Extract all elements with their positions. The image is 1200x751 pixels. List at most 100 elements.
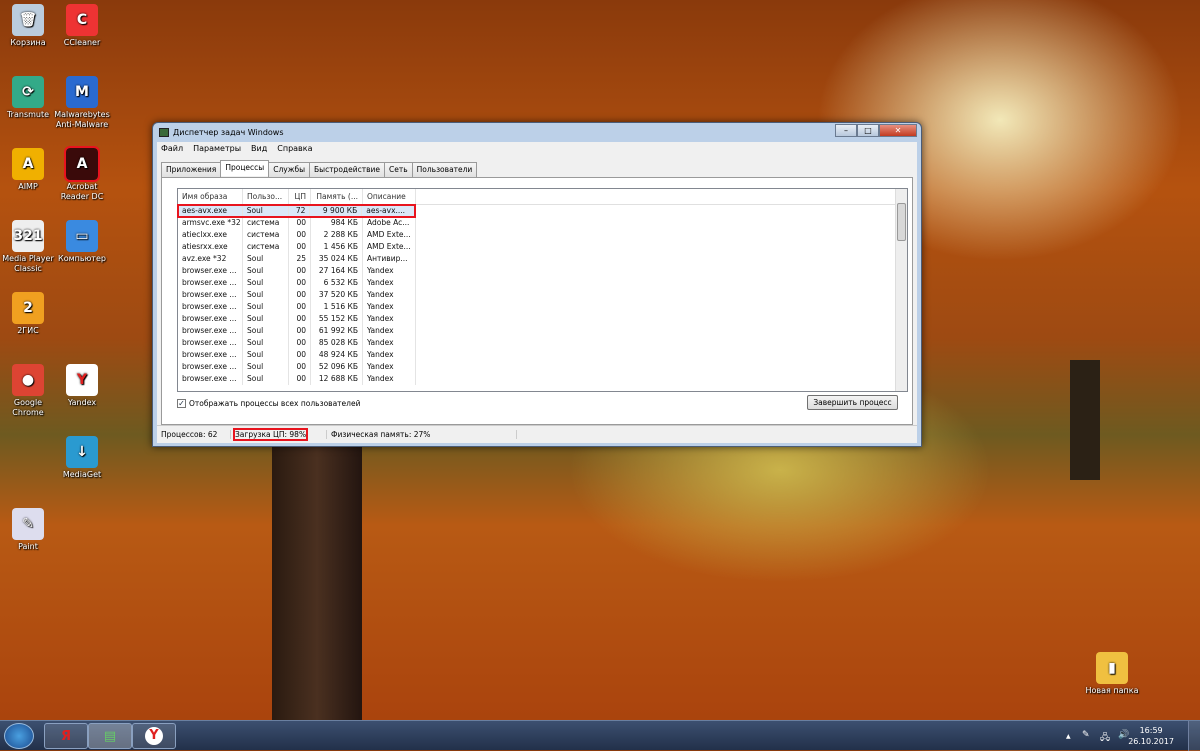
process-cell: atieclxx.exe [178, 229, 243, 241]
desktop-icon[interactable]: ✎ Paint [0, 508, 56, 552]
clock[interactable]: 16:59 26.10.2017 [1128, 725, 1174, 747]
process-cell: browser.exe ... [178, 301, 243, 313]
maximize-button[interactable]: □ [857, 124, 879, 137]
process-cell: 37 520 КБ [311, 289, 363, 301]
process-cell: Soul [243, 325, 289, 337]
process-row[interactable]: browser.exe ... Soul 00 61 992 КБ Yandex [178, 325, 907, 337]
status-memory: Физическая память: 27% [327, 430, 517, 439]
process-cell: 00 [289, 241, 311, 253]
taskbar-yandex-browser[interactable]: Y [132, 723, 176, 749]
process-row[interactable]: browser.exe ... Soul 00 1 516 КБ Yandex [178, 301, 907, 313]
process-row[interactable]: atiesrxx.exe система 00 1 456 КБ AMD Exte... [178, 241, 907, 253]
process-cell: Soul [243, 301, 289, 313]
desktop-icon-label: MediaGet [62, 470, 102, 479]
menu-view[interactable]: Вид [251, 144, 267, 154]
process-cell: browser.exe ... [178, 277, 243, 289]
desktop-icon[interactable]: 321 Media Player Classic [0, 220, 56, 274]
tab-applications[interactable]: Приложения [161, 162, 222, 177]
status-processes: Процессов: 62 [157, 430, 231, 439]
process-row[interactable]: browser.exe ... Soul 00 55 152 КБ Yandex [178, 313, 907, 325]
process-row[interactable]: aes-avx.exe Soul 72 9 900 КБ aes-avx.... [177, 204, 416, 218]
process-cell: browser.exe ... [178, 349, 243, 361]
show-all-processes-checkbox[interactable]: ✓ Отображать процессы всех пользователей [177, 399, 360, 408]
process-row[interactable]: browser.exe ... Soul 00 12 688 КБ Yandex [178, 373, 907, 385]
desktop-icon[interactable]: ⟳ Transmute [0, 76, 56, 120]
app-icon: M [66, 76, 98, 108]
tab-services[interactable]: Службы [268, 162, 310, 177]
process-row[interactable]: browser.exe ... Soul 00 6 532 КБ Yandex [178, 277, 907, 289]
menu-file[interactable]: Файл [161, 144, 183, 154]
tab-network[interactable]: Сеть [383, 162, 413, 177]
process-row[interactable]: atieclxx.exe система 00 2 288 КБ AMD Exte... [178, 229, 907, 241]
tree-trunk-background [1070, 360, 1100, 480]
minimize-button[interactable]: – [835, 124, 857, 137]
desktop-icon[interactable]: ▮ Новая папка [1084, 652, 1140, 696]
process-cell: Yandex [363, 313, 416, 325]
yandex-icon: Я [60, 728, 71, 744]
show-desktop-button[interactable] [1188, 721, 1200, 751]
process-row[interactable]: armsvc.exe *32 система 00 984 КБ Adobe Ac... [178, 217, 907, 229]
checkbox-checked-icon[interactable]: ✓ [177, 399, 186, 408]
process-cell: avz.exe *32 [178, 253, 243, 265]
tab-processes[interactable]: Процессы [220, 160, 270, 176]
vertical-scrollbar[interactable] [895, 189, 907, 391]
show-hidden-icons-button[interactable]: ▲ [1066, 733, 1071, 740]
show-all-label: Отображать процессы всех пользователей [189, 399, 361, 408]
desktop-icon[interactable]: 🗑 Корзина [0, 4, 56, 48]
scroll-thumb[interactable] [897, 203, 906, 241]
menu-options[interactable]: Параметры [193, 144, 241, 154]
end-process-button[interactable]: Завершить процесс [807, 395, 898, 410]
column-description[interactable]: Описание [363, 189, 416, 204]
start-button[interactable] [4, 723, 34, 749]
process-cell: atiesrxx.exe [178, 241, 243, 253]
desktop-icon-label: Новая папка [1085, 686, 1139, 695]
taskbar-yandex-launcher[interactable]: Я [44, 723, 88, 749]
process-cell: 00 [289, 325, 311, 337]
desktop-icon[interactable]: Y Yandex [54, 364, 110, 408]
process-cell: 00 [289, 337, 311, 349]
clock-time: 16:59 [1139, 726, 1163, 735]
desktop-icon[interactable]: ↓ MediaGet [54, 436, 110, 480]
app-icon: 321 [12, 220, 44, 252]
desktop-icon-label: Transmute [6, 110, 50, 119]
title-bar[interactable]: Диспетчер задач Windows [153, 123, 921, 141]
process-row[interactable]: browser.exe ... Soul 00 52 096 КБ Yandex [178, 361, 907, 373]
process-cell: Yandex [363, 337, 416, 349]
desktop-icon[interactable]: 2 2ГИС [0, 292, 56, 336]
process-cell: 00 [289, 313, 311, 325]
desktop-icon-label: Media Player Classic [2, 254, 54, 273]
process-row[interactable]: browser.exe ... Soul 00 85 028 КБ Yandex [178, 337, 907, 349]
process-cell: 1 516 КБ [311, 301, 363, 313]
tray-app-icon[interactable]: ✎ [1082, 730, 1090, 740]
process-cell: AMD Exte... [363, 229, 416, 241]
process-cell: 00 [289, 277, 311, 289]
process-cell: Soul [243, 313, 289, 325]
process-cell: система [243, 217, 289, 229]
process-cell: 00 [289, 229, 311, 241]
process-cell: 6 532 КБ [311, 277, 363, 289]
tab-performance[interactable]: Быстродействие [309, 162, 385, 177]
process-cell: 9 900 КБ [310, 205, 363, 217]
column-user[interactable]: Пользо... [243, 189, 289, 204]
column-cpu[interactable]: ЦП [289, 189, 311, 204]
desktop-icon[interactable]: M Malwarebytes Anti-Malware [54, 76, 110, 130]
desktop-icon[interactable]: A Acrobat Reader DC [54, 146, 110, 202]
column-image-name[interactable]: Имя образа [178, 189, 243, 204]
process-cell: 25 [289, 253, 311, 265]
menu-help[interactable]: Справка [277, 144, 312, 154]
desktop-icon[interactable]: A AIMP [0, 148, 56, 192]
desktop-icon[interactable]: ● Google Chrome [0, 364, 56, 418]
process-row[interactable]: browser.exe ... Soul 00 37 520 КБ Yandex [178, 289, 907, 301]
process-row[interactable]: browser.exe ... Soul 00 27 164 КБ Yandex [178, 265, 907, 277]
process-cell: browser.exe ... [178, 289, 243, 301]
column-memory[interactable]: Память (... [311, 189, 363, 204]
desktop-icon[interactable]: ▭ Компьютер [54, 220, 110, 264]
close-button[interactable]: ✕ [879, 124, 917, 137]
desktop-icon[interactable]: C CCleaner [54, 4, 110, 48]
network-icon[interactable]: 🖧 [1100, 730, 1110, 746]
process-row[interactable]: avz.exe *32 Soul 25 35 024 КБ Антивир... [178, 253, 907, 265]
taskbar-task-manager[interactable]: ▤ [88, 723, 132, 749]
tab-users[interactable]: Пользователи [411, 162, 478, 177]
process-row[interactable]: browser.exe ... Soul 00 48 924 КБ Yandex [178, 349, 907, 361]
app-icon: ↓ [66, 436, 98, 468]
